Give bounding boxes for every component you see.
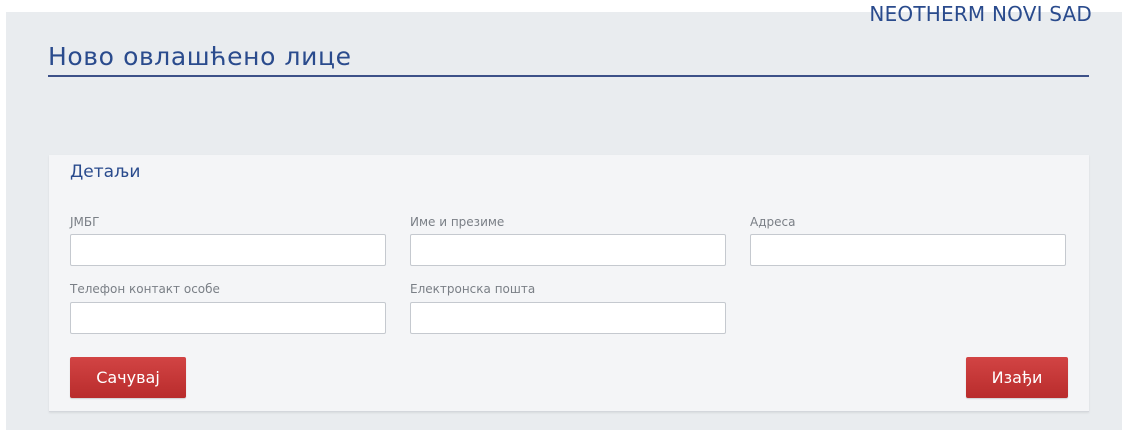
title-divider <box>48 75 1089 77</box>
name-input[interactable] <box>410 234 726 266</box>
jmbg-label: ЈМБГ <box>70 215 100 229</box>
details-card: Детаљи ЈМБГ Име и презиме Адреса Телефон… <box>49 155 1089 412</box>
section-title-details: Детаљи <box>70 162 141 182</box>
company-name: NEOTHERM NOVI SAD <box>869 2 1092 26</box>
email-input[interactable] <box>410 302 726 334</box>
page-canvas: NEOTHERM NOVI SAD Ново овлашћено лице Де… <box>6 2 1122 430</box>
save-button[interactable]: Сачувај <box>70 357 186 398</box>
address-label: Адреса <box>750 215 796 229</box>
email-label: Електронска пошта <box>410 282 536 296</box>
exit-button[interactable]: Изађи <box>966 357 1068 398</box>
page-title: Ново овлашћено лице <box>48 42 352 71</box>
jmbg-input[interactable] <box>70 234 386 266</box>
address-input[interactable] <box>750 234 1066 266</box>
phone-input[interactable] <box>70 302 386 334</box>
name-label: Име и презиме <box>410 215 505 229</box>
phone-label: Телефон контакт особе <box>70 282 220 296</box>
